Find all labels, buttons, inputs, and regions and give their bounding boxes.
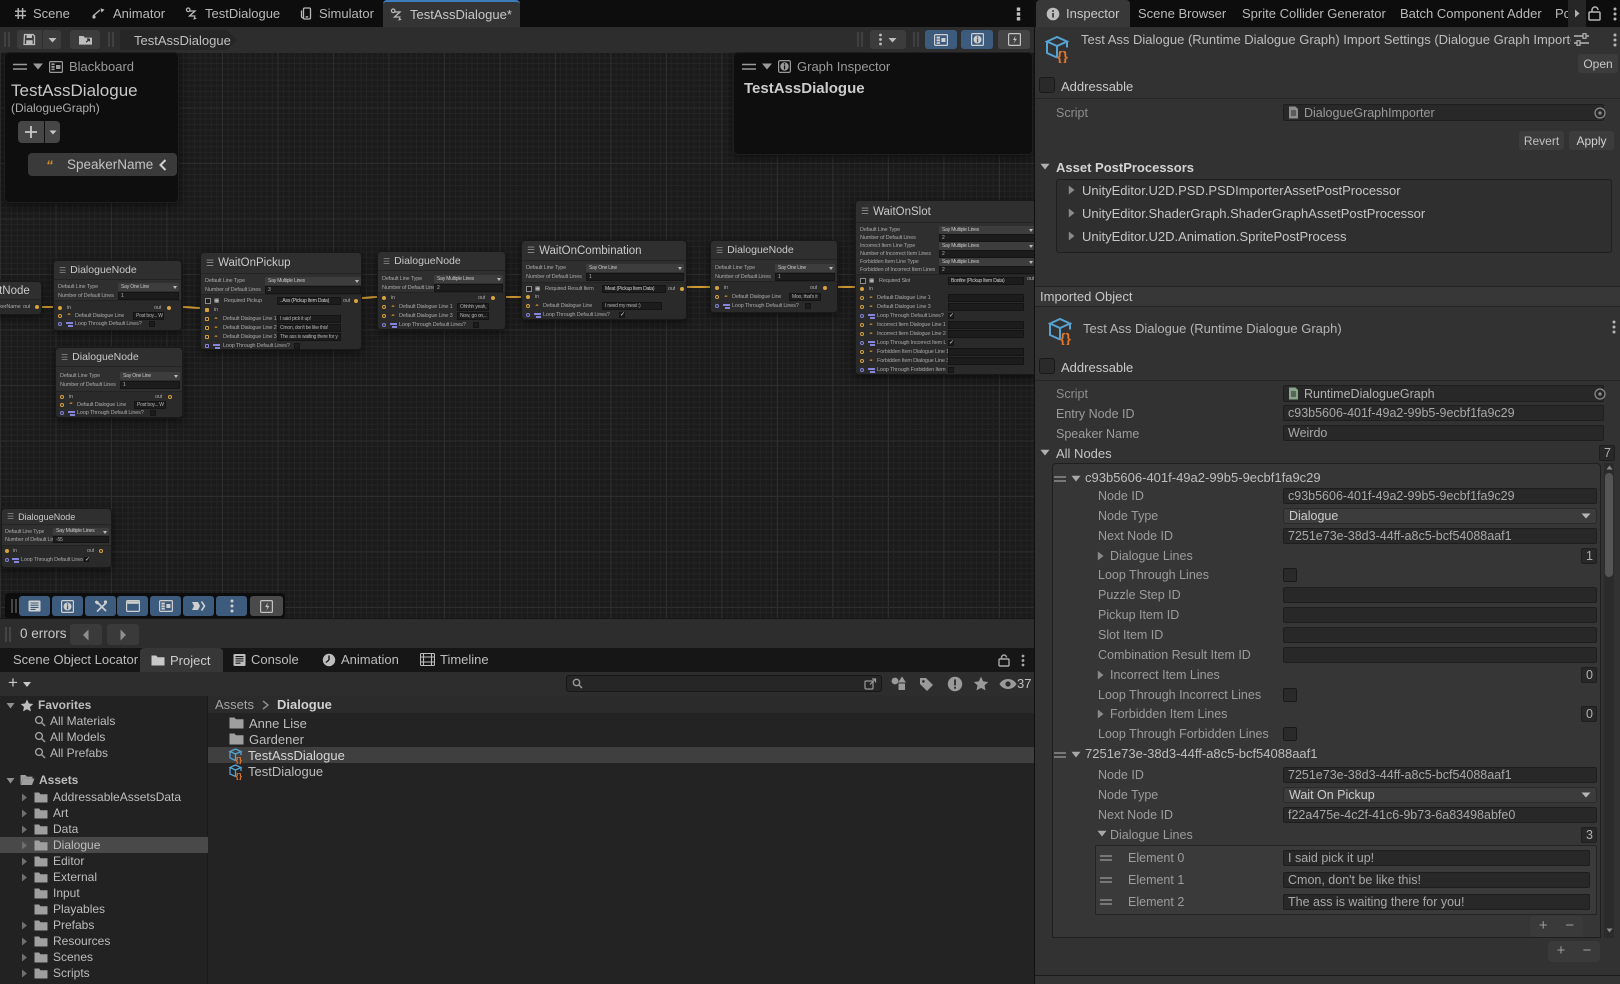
- svg-text:{}: {}: [236, 771, 243, 780]
- svg-text:{}: {}: [1060, 330, 1071, 345]
- svg-text:{}: {}: [1057, 48, 1068, 63]
